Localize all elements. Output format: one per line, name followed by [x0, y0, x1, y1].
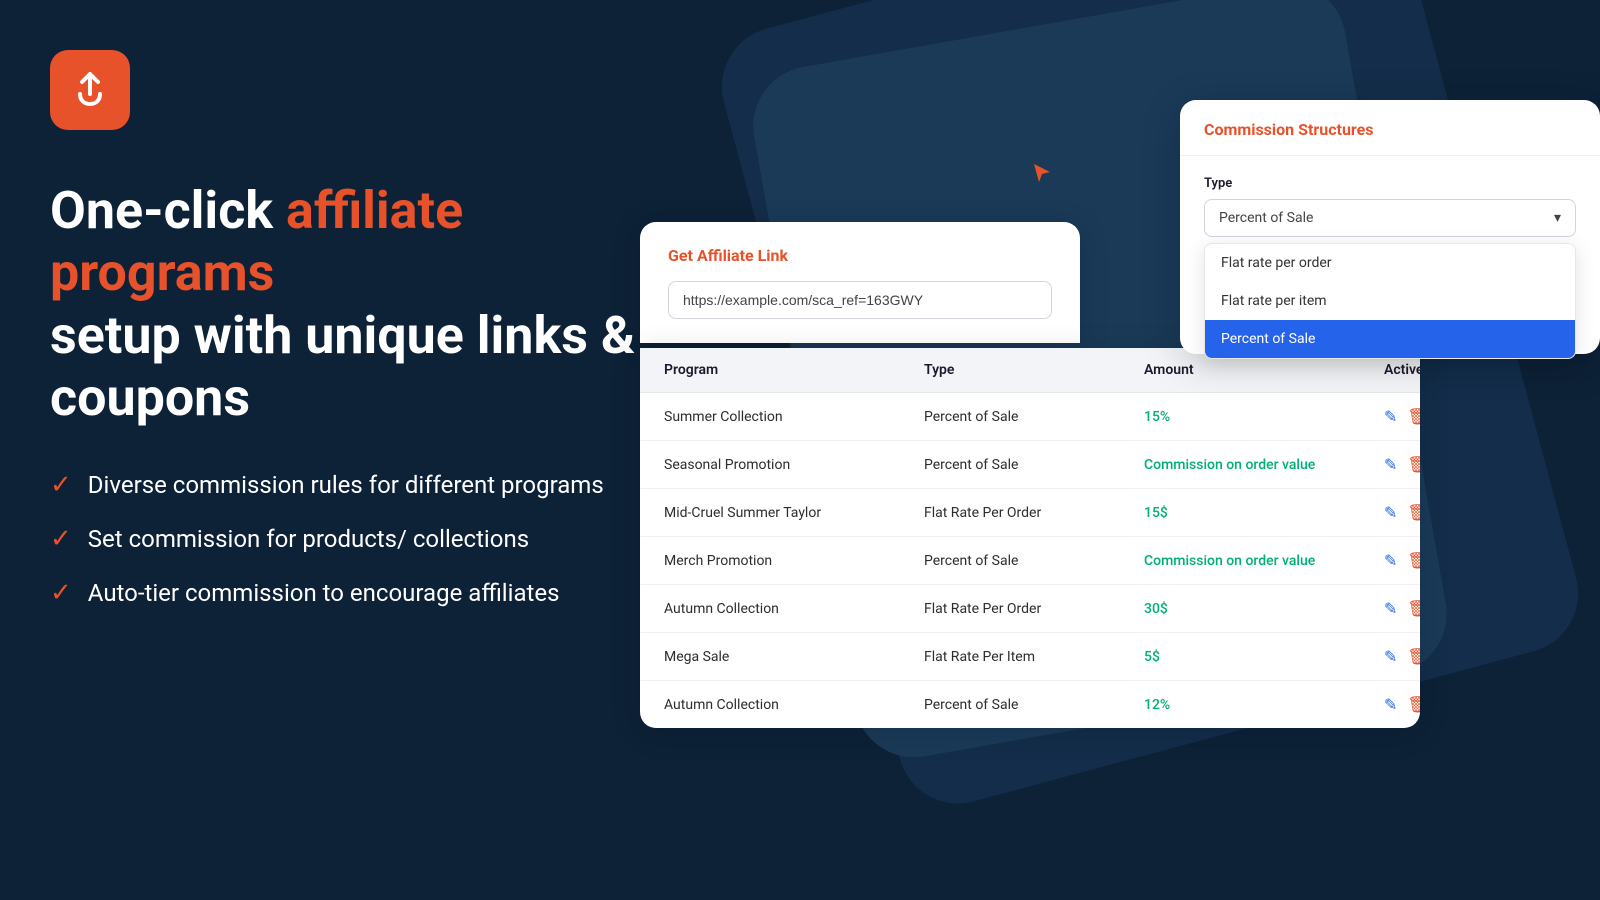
commission-panel-body: Type Percent of Sale ▾ Flat rate per ord…: [1180, 156, 1600, 354]
type-dropdown-container: Percent of Sale ▾ Flat rate per order Fl…: [1204, 199, 1576, 237]
logo: [50, 50, 130, 130]
cell-type: Percent of Sale: [924, 457, 1144, 473]
table-row: Autumn Collection Percent of Sale 12% ✎ …: [640, 681, 1420, 728]
headline-line1-text: One-click: [50, 180, 286, 241]
headline-line2: setup with unique links & coupons: [50, 305, 635, 428]
headline: One-click affiliate programs setup with …: [50, 180, 670, 430]
cell-actions: ✎ 🗑 •••: [1384, 455, 1420, 474]
cell-actions: ✎ 🗑 •••: [1384, 599, 1420, 618]
delete-icon[interactable]: 🗑: [1407, 455, 1420, 474]
cell-actions: ✎ 🗑 •••: [1384, 647, 1420, 666]
edit-icon[interactable]: ✎: [1384, 551, 1397, 570]
cell-type: Percent of Sale: [924, 697, 1144, 713]
table-row: Merch Promotion Percent of Sale Commissi…: [640, 537, 1420, 585]
cell-type: Flat Rate Per Item: [924, 649, 1144, 665]
delete-icon[interactable]: 🗑: [1407, 503, 1420, 522]
cell-amount: 5$: [1144, 649, 1384, 665]
edit-icon[interactable]: ✎: [1384, 455, 1397, 474]
delete-icon[interactable]: 🗑: [1407, 599, 1420, 618]
delete-icon[interactable]: 🗑: [1407, 695, 1420, 714]
table-row: Seasonal Promotion Percent of Sale Commi…: [640, 441, 1420, 489]
dropdown-option-flat-order[interactable]: Flat rate per order: [1205, 244, 1575, 282]
cell-program: Mega Sale: [664, 649, 924, 665]
checklist-item-3: ✓ Auto-tier commission to encourage affi…: [50, 578, 670, 608]
affiliate-card: Get Affiliate Link: [640, 222, 1080, 343]
cell-amount: Commission on order value: [1144, 457, 1384, 473]
table-row: Mega Sale Flat Rate Per Item 5$ ✎ 🗑 •••: [640, 633, 1420, 681]
col-header-program: Program: [664, 362, 924, 378]
table-row: Autumn Collection Flat Rate Per Order 30…: [640, 585, 1420, 633]
checklist-text-3: Auto-tier commission to encourage affili…: [88, 579, 560, 607]
check-icon-3: ✓: [50, 578, 72, 608]
edit-icon[interactable]: ✎: [1384, 407, 1397, 426]
cell-program: Autumn Collection: [664, 697, 924, 713]
commission-panel: Commission Structures Type Percent of Sa…: [1180, 100, 1600, 354]
cell-amount: 30$: [1144, 601, 1384, 617]
delete-icon[interactable]: 🗑: [1407, 551, 1420, 570]
cell-type: Percent of Sale: [924, 553, 1144, 569]
commission-panel-title: Commission Structures: [1204, 120, 1576, 139]
dropdown-option-flat-item[interactable]: Flat rate per item: [1205, 282, 1575, 320]
cell-type: Flat Rate Per Order: [924, 505, 1144, 521]
commission-panel-header: Commission Structures: [1180, 100, 1600, 156]
type-dropdown-value: Percent of Sale: [1219, 210, 1313, 226]
cell-actions: ✎ 🗑 •••: [1384, 551, 1420, 570]
col-header-type: Type: [924, 362, 1144, 378]
edit-icon[interactable]: ✎: [1384, 503, 1397, 522]
delete-icon[interactable]: 🗑: [1407, 647, 1420, 666]
commission-table: Program Type Amount Active Summer Collec…: [640, 348, 1420, 728]
affiliate-card-title: Get Affiliate Link: [668, 246, 1052, 265]
cell-type: Percent of Sale: [924, 409, 1144, 425]
cell-amount: 15$: [1144, 505, 1384, 521]
type-field-label: Type: [1204, 176, 1576, 191]
cell-program: Mid-Cruel Summer Taylor: [664, 505, 924, 521]
chevron-down-icon: ▾: [1554, 210, 1561, 226]
dropdown-option-percent[interactable]: Percent of Sale: [1205, 320, 1575, 358]
cell-type: Flat Rate Per Order: [924, 601, 1144, 617]
check-icon-1: ✓: [50, 470, 72, 500]
cell-actions: ✎ 🗑 •••: [1384, 503, 1420, 522]
checklist-item-2: ✓ Set commission for products/ collectio…: [50, 524, 670, 554]
table-row: Mid-Cruel Summer Taylor Flat Rate Per Or…: [640, 489, 1420, 537]
col-header-active: Active: [1384, 362, 1420, 378]
checklist-item-1: ✓ Diverse commission rules for different…: [50, 470, 670, 500]
cell-amount: Commission on order value: [1144, 553, 1384, 569]
cell-program: Merch Promotion: [664, 553, 924, 569]
cursor: [1030, 162, 1054, 186]
col-header-amount: Amount: [1144, 362, 1384, 378]
cell-amount: 12%: [1144, 697, 1384, 713]
left-section: One-click affiliate programs setup with …: [50, 50, 670, 608]
type-dropdown-menu: Flat rate per order Flat rate per item P…: [1204, 243, 1576, 359]
cell-program: Autumn Collection: [664, 601, 924, 617]
checklist-text-2: Set commission for products/ collections: [88, 525, 529, 553]
table-row: Summer Collection Percent of Sale 15% ✎ …: [640, 393, 1420, 441]
cell-actions: ✎ 🗑 •••: [1384, 407, 1420, 426]
checklist-text-1: Diverse commission rules for different p…: [88, 471, 604, 499]
delete-icon[interactable]: 🗑: [1407, 407, 1420, 426]
edit-icon[interactable]: ✎: [1384, 599, 1397, 618]
affiliate-url-input[interactable]: [668, 281, 1052, 319]
edit-icon[interactable]: ✎: [1384, 695, 1397, 714]
type-dropdown-trigger[interactable]: Percent of Sale ▾: [1204, 199, 1576, 237]
cell-amount: 15%: [1144, 409, 1384, 425]
cell-program: Summer Collection: [664, 409, 924, 425]
cell-actions: ✎ 🗑 •••: [1384, 695, 1420, 714]
edit-icon[interactable]: ✎: [1384, 647, 1397, 666]
right-section: Get Affiliate Link Program Type Amount A…: [640, 0, 1600, 900]
check-icon-2: ✓: [50, 524, 72, 554]
cell-program: Seasonal Promotion: [664, 457, 924, 473]
checklist: ✓ Diverse commission rules for different…: [50, 470, 670, 608]
